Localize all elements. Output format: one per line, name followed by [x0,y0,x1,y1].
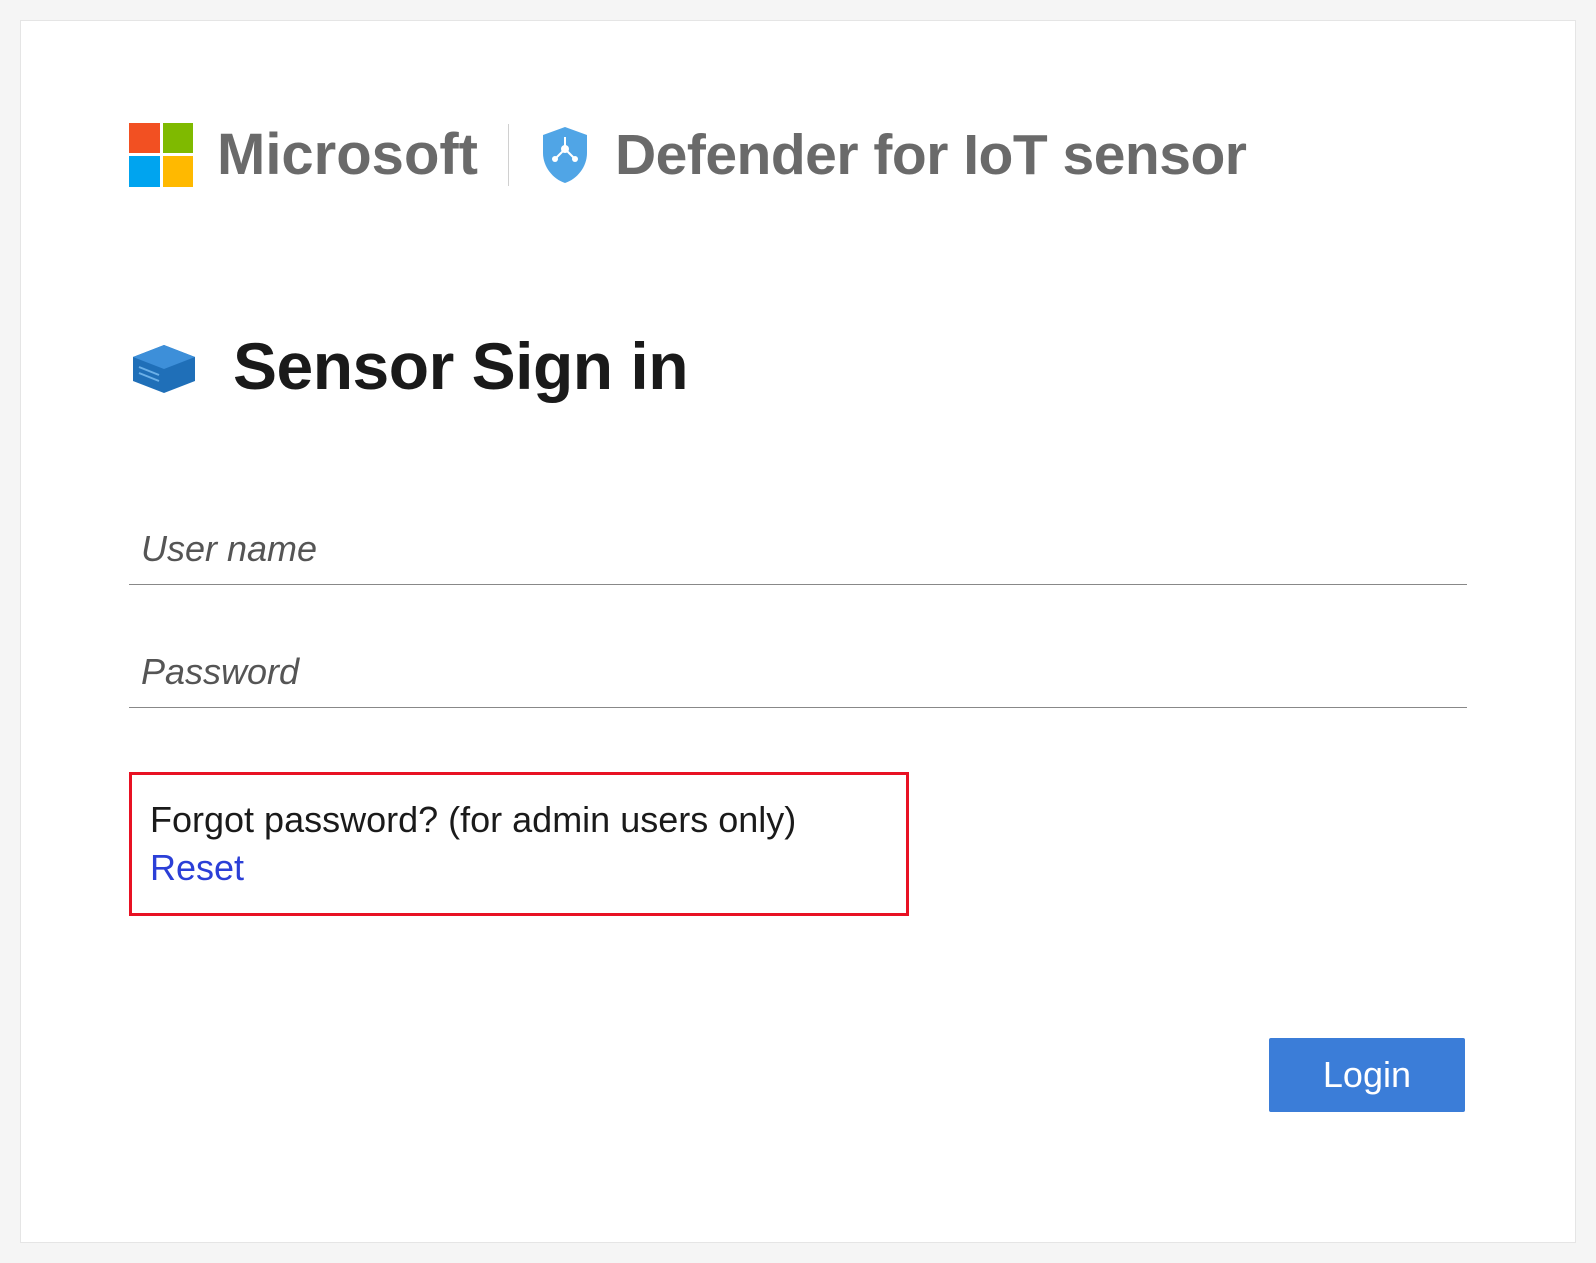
login-button[interactable]: Login [1269,1038,1465,1112]
forgot-password-text: Forgot password? (for admin users only) [150,799,888,841]
brand-text: Microsoft [217,121,478,188]
product-text: Defender for IoT sensor [615,122,1246,188]
header: Microsoft Defender for IoT sensor [129,121,1467,188]
title-row: Sensor Sign in [129,328,1467,404]
username-input[interactable] [129,514,1467,585]
page-title: Sensor Sign in [233,328,688,404]
reset-link[interactable]: Reset [150,847,244,888]
signin-form [129,514,1467,708]
microsoft-logo-icon [129,123,193,187]
signin-card: Microsoft Defender for IoT sensor [20,20,1576,1243]
header-divider [508,124,509,186]
forgot-password-box: Forgot password? (for admin users only) … [129,772,909,916]
sensor-device-icon [129,337,199,395]
shield-icon [539,125,591,185]
password-input[interactable] [129,637,1467,708]
